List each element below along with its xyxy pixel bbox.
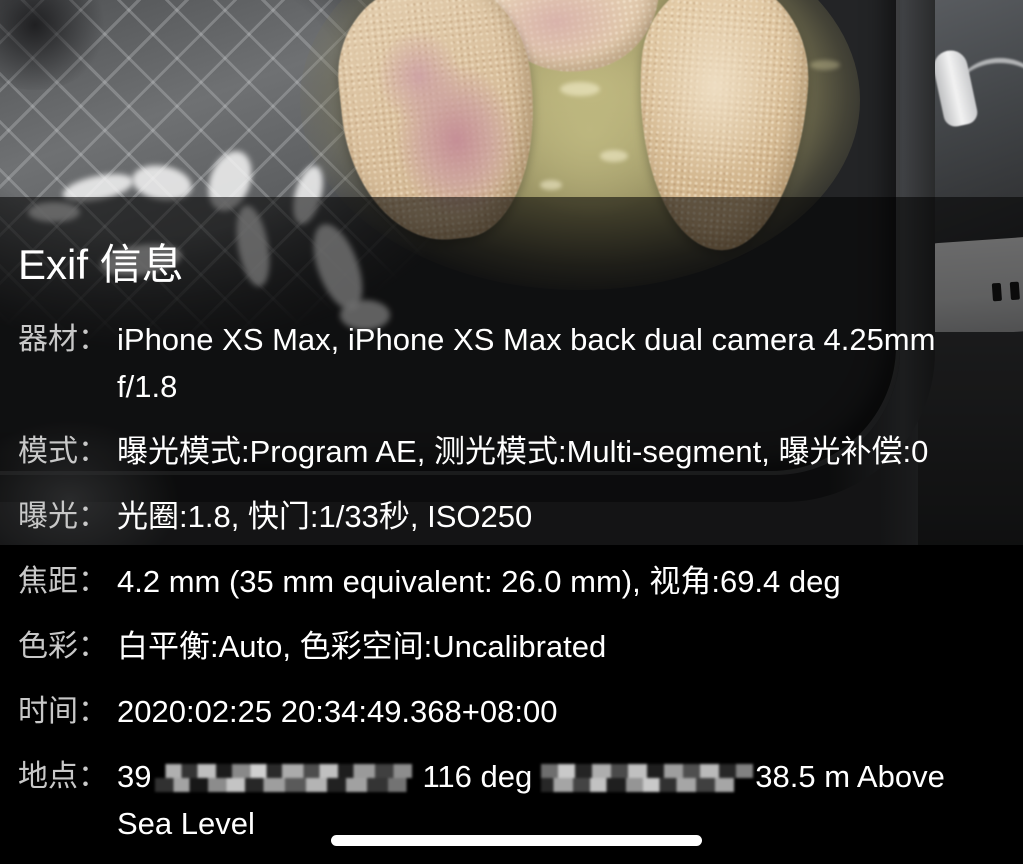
exif-value: 39 116 deg 38.5 m Above Sea Level: [117, 753, 987, 847]
redacted-mosaic: [155, 764, 421, 792]
exif-row-color: 色彩： 白平衡:Auto, 色彩空间:Uncalibrated: [18, 623, 1023, 670]
home-indicator[interactable]: [331, 835, 702, 846]
exif-label: 模式：: [18, 435, 108, 468]
photo-oil-bubble: [810, 60, 840, 70]
photo-oil-bubble: [560, 82, 600, 96]
exif-row-time: 时间： 2020:02:25 20:34:49.368+08:00: [18, 688, 1023, 735]
exif-label: 色彩：: [18, 630, 108, 663]
exif-row-device: 器材： iPhone XS Max, iPhone XS Max back du…: [18, 316, 1023, 410]
exif-value: 光圈:1.8, 快门:1/33秒, ISO250: [117, 499, 533, 534]
exif-value: 2020:02:25 20:34:49.368+08:00: [117, 694, 558, 729]
exif-row-exposure: 曝光： 光圈:1.8, 快门:1/33秒, ISO250: [18, 493, 1023, 540]
location-longitude-part: 116 deg: [422, 759, 533, 794]
exif-info-overlay[interactable]: Exif 信息 器材： iPhone XS Max, iPhone XS Max…: [0, 197, 1023, 864]
exif-title: Exif 信息: [18, 241, 184, 288]
exif-value: 曝光模式:Program AE, 测光模式:Multi-segment, 曝光补…: [117, 434, 929, 469]
exif-value: iPhone XS Max, iPhone XS Max back dual c…: [117, 322, 936, 404]
exif-row-focal-length: 焦距： 4.2 mm (35 mm equivalent: 26.0 mm), …: [18, 558, 1023, 605]
exif-label: 地点：: [18, 760, 108, 793]
exif-label: 焦距：: [18, 565, 108, 598]
exif-value: 4.2 mm (35 mm equivalent: 26.0 mm), 视角:6…: [117, 564, 841, 599]
exif-row-mode: 模式： 曝光模式:Program AE, 测光模式:Multi-segment,…: [18, 428, 1023, 475]
exif-label: 器材：: [18, 323, 108, 356]
location-latitude-part: 39: [117, 759, 152, 794]
exif-row-location: 地点： 39 116 deg 38.5 m Above Sea Level: [18, 753, 1023, 847]
exif-value: 白平衡:Auto, 色彩空间:Uncalibrated: [117, 629, 607, 664]
photo-oil-bubble: [540, 180, 562, 190]
exif-label: 时间：: [18, 695, 108, 728]
exif-label: 曝光：: [18, 500, 108, 533]
redacted-mosaic: [541, 764, 754, 792]
photo-oil-bubble: [600, 150, 628, 162]
